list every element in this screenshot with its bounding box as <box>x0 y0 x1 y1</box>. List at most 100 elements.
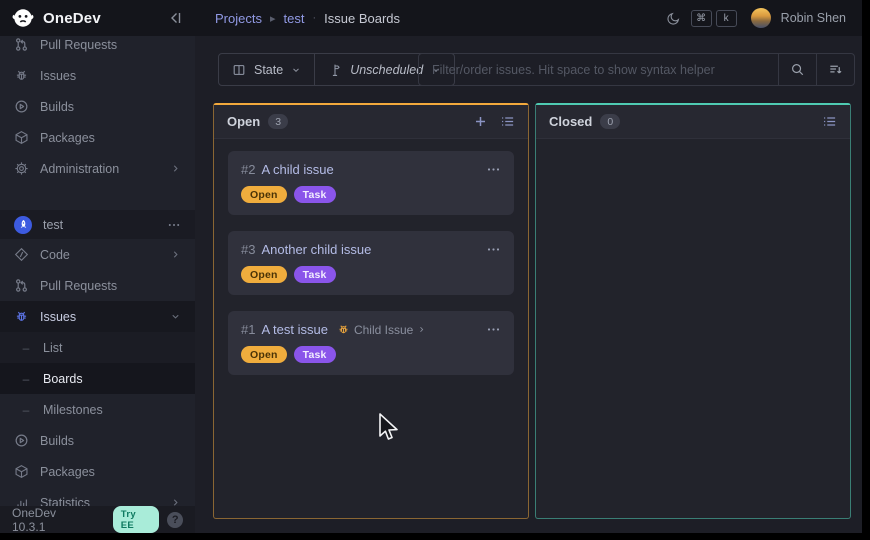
state-dropdown-button[interactable]: State <box>219 54 314 85</box>
card-menu-icon[interactable] <box>486 242 501 257</box>
filter-input[interactable] <box>419 54 778 85</box>
brand-area: OneDev <box>0 0 195 36</box>
column-list-button[interactable] <box>822 114 837 129</box>
sidebar-footer: OneDev 10.3.1 Try EE ? <box>0 506 195 533</box>
sidebar-item-list[interactable]: –List <box>0 332 195 363</box>
top-bar: OneDev Projects ▸ test · Issue Boards ⌘ … <box>0 0 862 36</box>
sidebar-item-packages[interactable]: Packages <box>0 122 195 153</box>
sidebar: Pull RequestsIssuesBuildsPackagesAdminis… <box>0 36 195 533</box>
brand-name: OneDev <box>43 10 101 27</box>
filter-bar <box>418 53 855 86</box>
play-circle-icon <box>14 433 29 448</box>
sidebar-item-boards[interactable]: –Boards <box>0 363 195 394</box>
column-name: Closed <box>549 114 592 129</box>
sidebar-item-label: Packages <box>40 465 95 479</box>
card-menu-icon[interactable] <box>486 162 501 177</box>
sidebar-item-label: Code <box>40 248 70 262</box>
milestone-dropdown-label: Unscheduled <box>350 63 423 77</box>
try-ee-badge[interactable]: Try EE <box>113 506 160 533</box>
card-title-row: #3 Another child issue <box>241 242 501 257</box>
badge-task[interactable]: Task <box>294 186 336 203</box>
column-header: Closed 0 <box>536 105 850 139</box>
issue-number: #3 <box>241 242 255 257</box>
milestone-icon <box>328 63 342 77</box>
sidebar-item-pull-requests[interactable]: Pull Requests <box>0 270 195 301</box>
issue-title[interactable]: Another child issue <box>261 242 371 257</box>
order-button[interactable] <box>816 54 854 85</box>
issue-card-2[interactable]: #2A child issueOpenTask <box>228 151 514 215</box>
sidebar-item-builds[interactable]: Builds <box>0 425 195 456</box>
user-name[interactable]: Robin Shen <box>781 11 846 25</box>
sidebar-collapse-icon[interactable] <box>167 10 183 26</box>
badge-open[interactable]: Open <box>241 346 287 363</box>
state-dropdown-label: State <box>254 63 283 77</box>
card-menu-icon[interactable] <box>486 322 501 337</box>
rocket-icon <box>14 216 32 234</box>
sidebar-item-milestones[interactable]: –Milestones <box>0 394 195 425</box>
badge-task[interactable]: Task <box>294 266 336 283</box>
column-name: Open <box>227 114 260 129</box>
issue-number: #1 <box>241 322 255 337</box>
child-issue-link[interactable]: Child Issue <box>337 323 426 337</box>
sidebar-item-builds[interactable]: Builds <box>0 91 195 122</box>
help-icon[interactable]: ? <box>167 512 183 528</box>
breadcrumb-project-test[interactable]: test <box>284 11 305 26</box>
package-icon <box>14 130 29 145</box>
badge-open[interactable]: Open <box>241 186 287 203</box>
pull-request-icon <box>14 278 29 293</box>
badge-open[interactable]: Open <box>241 266 287 283</box>
dash-icon: – <box>20 341 32 355</box>
onedev-logo-icon <box>12 7 34 29</box>
column-count-badge: 0 <box>600 114 620 129</box>
column-body: #2A child issueOpenTask#3Another child i… <box>214 139 528 387</box>
card-badges: Open Task <box>241 186 501 203</box>
breadcrumb-separator: ▸ <box>270 12 276 25</box>
issue-card-3[interactable]: #3 Another child issue Open Task <box>228 231 514 295</box>
dash-icon: – <box>20 372 32 386</box>
breadcrumb-projects[interactable]: Projects <box>215 11 262 26</box>
main-content: State Unscheduled Open3#2A child issueOp… <box>195 36 862 533</box>
sidebar-item-label: Packages <box>40 131 95 145</box>
sidebar-item-packages[interactable]: Packages <box>0 456 195 487</box>
sidebar-section-gap <box>0 184 195 210</box>
search-button[interactable] <box>778 54 816 85</box>
board-icon <box>232 63 246 77</box>
sidebar-item-issues[interactable]: Issues <box>0 301 195 332</box>
dash-icon: – <box>20 403 32 417</box>
card-badges: Open Task <box>241 266 501 283</box>
sidebar-project-test[interactable]: test <box>0 210 195 239</box>
board-column-closed: Closed 0 <box>535 103 851 519</box>
sidebar-nav: Pull RequestsIssuesBuildsPackagesAdminis… <box>0 36 195 518</box>
issue-title[interactable]: A test issue <box>261 322 327 337</box>
user-avatar[interactable] <box>751 8 771 28</box>
issue-card-1[interactable]: #1 A test issue Child Issue Open Task <box>228 311 514 375</box>
kebab-icon[interactable] <box>167 218 181 232</box>
sidebar-item-label: Boards <box>43 372 83 386</box>
app-version: OneDev 10.3.1 <box>12 506 91 534</box>
column-body <box>536 139 850 163</box>
sidebar-item-pull-requests[interactable]: Pull Requests <box>0 36 195 60</box>
cmd-key-badge: ⌘ <box>691 10 712 27</box>
sidebar-item-label: Administration <box>40 162 119 176</box>
issue-title[interactable]: A child issue <box>261 162 333 177</box>
pull-request-icon <box>14 37 29 52</box>
sidebar-item-issues[interactable]: Issues <box>0 60 195 91</box>
sidebar-item-label: Builds <box>40 100 74 114</box>
chevron-right-icon <box>170 163 181 174</box>
sidebar-item-label: Issues <box>40 310 76 324</box>
topbar-actions: ⌘ k Robin Shen <box>666 8 862 28</box>
column-list-button[interactable] <box>500 114 515 129</box>
search-shortcut-hint[interactable]: ⌘ k <box>691 10 737 27</box>
sidebar-item-code[interactable]: Code <box>0 239 195 270</box>
board-column-open: Open3#2A child issueOpenTask#3Another ch… <box>213 103 529 519</box>
dark-mode-toggle-icon[interactable] <box>666 11 681 26</box>
breadcrumb: Projects ▸ test · Issue Boards <box>195 11 400 26</box>
sidebar-item-administration[interactable]: Administration <box>0 153 195 184</box>
chevron-down-icon <box>291 65 301 75</box>
project-name: test <box>43 218 63 232</box>
badge-task[interactable]: Task <box>294 346 336 363</box>
bug-icon <box>14 309 29 324</box>
column-tools <box>473 114 515 129</box>
bug-icon <box>337 323 350 336</box>
add-card-button[interactable] <box>473 114 488 129</box>
